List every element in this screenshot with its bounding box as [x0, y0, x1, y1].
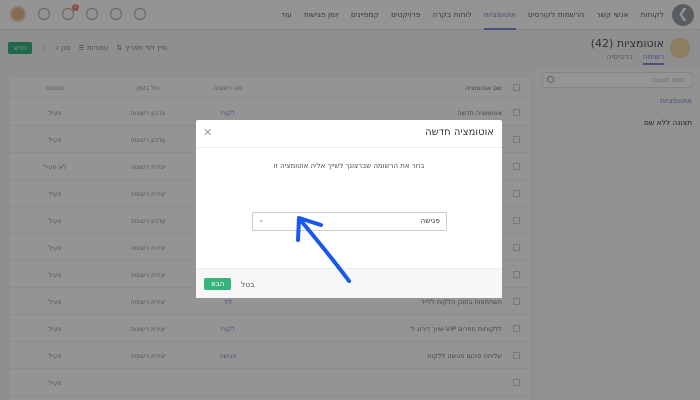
annotation-arrow-icon — [296, 216, 351, 283]
